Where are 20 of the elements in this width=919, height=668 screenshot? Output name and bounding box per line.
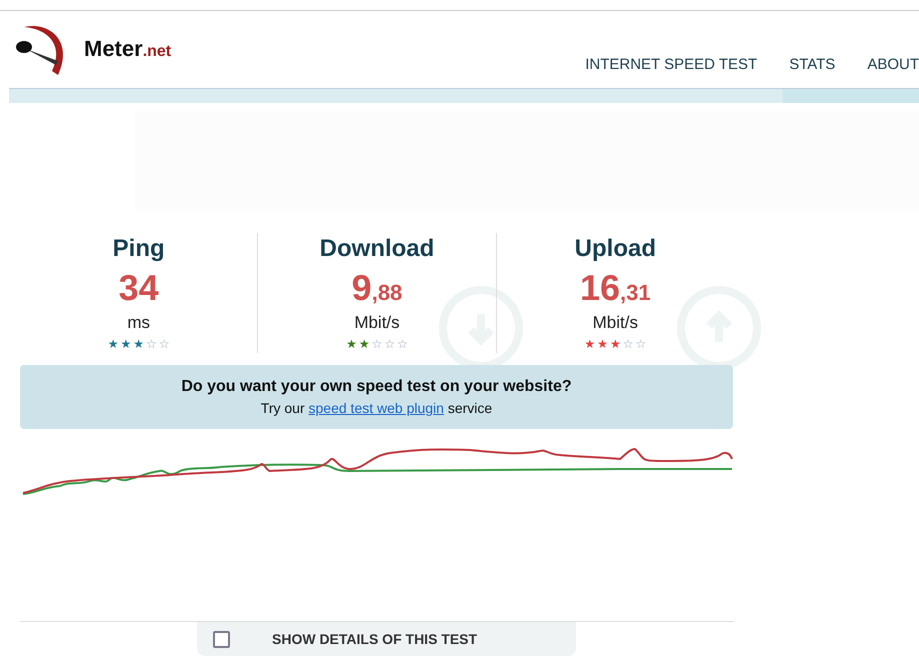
site-logo-text[interactable]: Meter.net: [84, 36, 172, 62]
result-title: Download: [320, 235, 434, 263]
promo-heading: Do you want your own speed test on your website?: [181, 378, 572, 396]
nav-link[interactable]: INTERNET SPEED TEST: [585, 56, 758, 73]
result-value: 34: [118, 267, 159, 309]
result-value: 16,31: [580, 267, 651, 309]
result-unit: ms: [127, 313, 150, 333]
result-value: 9,88: [352, 267, 402, 309]
promo-text: Try our speed test web plugin service: [260, 400, 492, 416]
star-rating: ★ ★ ☆ ☆ ☆: [346, 337, 408, 351]
result-title: Ping: [112, 235, 165, 263]
star-rating: ★ ★ ★ ☆ ☆: [108, 337, 170, 351]
result-title: Upload: [574, 235, 656, 263]
result-unit: Mbit/s: [354, 313, 400, 333]
result-unit: Mbit/s: [592, 313, 638, 333]
plugin-link[interactable]: speed test web plugin: [308, 400, 444, 416]
nav-link[interactable]: STATS: [789, 56, 836, 73]
star-rating: ★ ★ ★ ☆ ☆: [584, 337, 646, 351]
details-checkbox[interactable]: [213, 630, 230, 648]
nav-link[interactable]: ABOUT: [867, 56, 919, 73]
